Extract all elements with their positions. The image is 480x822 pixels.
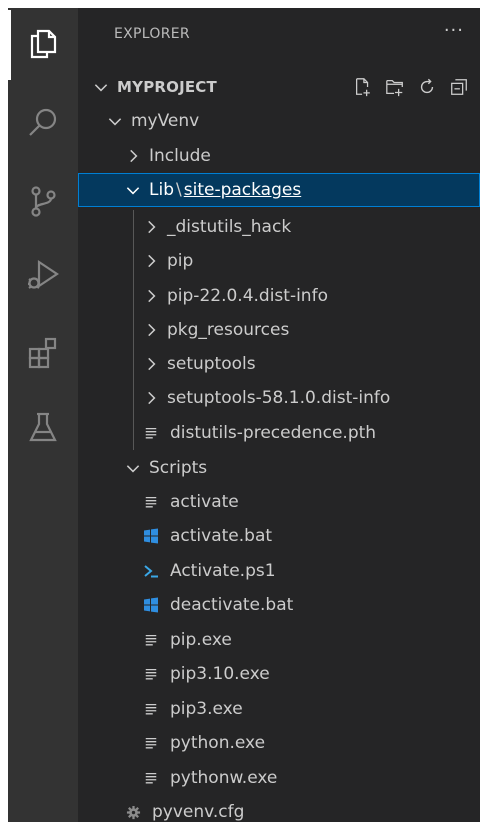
tree-item-label: pip3.10.exe	[170, 664, 270, 684]
tree-item-pyvenv-cfg[interactable]: pyvenv.cfg	[78, 795, 480, 822]
tree-item-label-lib[interactable]: Lib	[149, 180, 174, 200]
project-name: MYPROJECT	[117, 78, 217, 96]
chevron-right-icon	[148, 357, 156, 371]
more-actions-icon[interactable]: ···	[444, 20, 464, 41]
tree-item-pip-exe[interactable]: pip.exe	[78, 623, 480, 657]
tree-item-label: setuptools	[167, 354, 256, 374]
activity-search[interactable]	[8, 90, 78, 160]
tree-item-distutils-precedence[interactable]: distutils-precedence.pth	[78, 416, 480, 450]
activity-testing[interactable]	[8, 394, 78, 464]
tree-item-include[interactable]: Include	[78, 139, 480, 173]
windows-icon	[142, 596, 160, 614]
windows-icon	[142, 527, 160, 545]
chevron-down-icon	[108, 118, 122, 126]
text-file-icon	[142, 769, 160, 787]
tree-item-activate[interactable]: activate	[78, 485, 480, 519]
collapse-all-icon[interactable]	[448, 76, 470, 98]
project-actions	[352, 70, 470, 104]
tree-item-label: pyvenv.cfg	[152, 802, 245, 822]
tree-item-lib-site-packages[interactable]: Lib \ site-packages	[78, 173, 480, 207]
chevron-right-icon	[148, 220, 156, 234]
vscode-window: EXPLORER ··· MYPROJECT myVenv Include Li…	[8, 8, 480, 822]
files-icon	[25, 25, 61, 65]
chevron-right-icon	[130, 149, 138, 163]
gear-icon	[124, 803, 142, 821]
search-icon	[25, 105, 61, 145]
activity-source-control[interactable]	[8, 168, 78, 238]
tree-item-pip[interactable]: pip	[78, 244, 480, 278]
chevron-down-icon	[94, 84, 108, 92]
sidebar-title: EXPLORER	[114, 26, 190, 42]
source-control-icon	[25, 183, 61, 223]
tree-item-pip3-exe[interactable]: pip3.exe	[78, 692, 480, 726]
tree-item-activate-ps1[interactable]: Activate.ps1	[78, 554, 480, 588]
tree-item-label: pip3.exe	[170, 699, 243, 719]
tree-item-pip-dist-info[interactable]: pip-22.0.4.dist-info	[78, 279, 480, 313]
tree-item-pkg-resources[interactable]: pkg_resources	[78, 313, 480, 347]
activity-extensions[interactable]	[8, 320, 78, 390]
chevron-right-icon	[148, 254, 156, 268]
tree-item-label: myVenv	[131, 111, 200, 131]
tree-item-label: distutils-precedence.pth	[170, 423, 377, 443]
chevron-right-icon	[148, 323, 156, 337]
tree-item-myvenv[interactable]: myVenv	[78, 104, 480, 138]
tree-item-setuptools-dist-info[interactable]: setuptools-58.1.0.dist-info	[78, 381, 480, 415]
activity-explorer[interactable]	[8, 10, 78, 80]
new-file-icon[interactable]	[352, 76, 374, 98]
tree-item-label: activate.bat	[170, 526, 273, 546]
new-folder-icon[interactable]	[384, 76, 406, 98]
project-section-header[interactable]: MYPROJECT	[78, 70, 480, 104]
text-file-icon	[142, 493, 160, 511]
tree-item-label: pip-22.0.4.dist-info	[167, 286, 328, 306]
chevron-down-icon	[126, 465, 140, 473]
tree-item-label-site-packages[interactable]: site-packages	[184, 180, 301, 200]
path-separator: \	[176, 180, 182, 200]
tree-item-setuptools[interactable]: setuptools	[78, 347, 480, 381]
tree-item-distutils-hack[interactable]: _distutils_hack	[78, 210, 480, 244]
tree-item-label: pythonw.exe	[170, 768, 278, 788]
tree-item-activate-bat[interactable]: activate.bat	[78, 519, 480, 553]
refresh-icon[interactable]	[416, 76, 438, 98]
beaker-icon	[25, 409, 61, 449]
tree-item-label: deactivate.bat	[170, 595, 294, 615]
tree-item-label: Activate.ps1	[170, 561, 276, 581]
tree-item-label: pip	[167, 251, 194, 271]
tree-item-label: Scripts	[149, 458, 208, 478]
tree-item-label: pip.exe	[170, 630, 232, 650]
tree-item-label: activate	[170, 492, 239, 512]
text-file-icon	[142, 665, 160, 683]
text-file-icon	[142, 424, 160, 442]
text-file-icon	[142, 734, 160, 752]
tree-item-label: _distutils_hack	[167, 217, 292, 237]
run-debug-icon	[25, 257, 61, 297]
chevron-right-icon	[148, 289, 156, 303]
explorer-sidebar: EXPLORER ··· MYPROJECT myVenv Include Li…	[78, 8, 480, 822]
text-file-icon	[142, 631, 160, 649]
tree-item-pip310-exe[interactable]: pip3.10.exe	[78, 657, 480, 691]
tree-item-label: Include	[149, 146, 211, 166]
chevron-down-icon	[126, 187, 140, 195]
sidebar-header: EXPLORER ···	[78, 8, 480, 64]
chevron-right-icon	[148, 391, 156, 405]
text-file-icon	[142, 700, 160, 718]
activity-bar	[8, 8, 78, 822]
tree-item-scripts[interactable]: Scripts	[78, 451, 480, 485]
powershell-icon	[142, 562, 160, 580]
tree-item-label: setuptools-58.1.0.dist-info	[167, 388, 391, 408]
tree-item-pythonw-exe[interactable]: pythonw.exe	[78, 761, 480, 795]
tree-item-deactivate-bat[interactable]: deactivate.bat	[78, 588, 480, 622]
tree-item-label: pkg_resources	[167, 320, 290, 340]
extensions-icon	[25, 335, 61, 375]
activity-run-debug[interactable]	[8, 242, 78, 312]
tree-item-python-exe[interactable]: python.exe	[78, 726, 480, 760]
tree-item-label: python.exe	[170, 733, 266, 753]
